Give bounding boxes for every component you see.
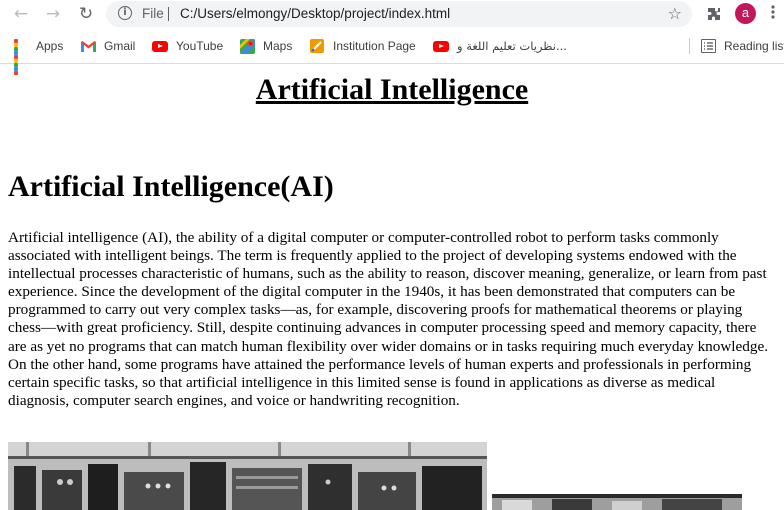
reading-list-icon <box>701 39 716 53</box>
profile-avatar[interactable]: a <box>735 3 756 24</box>
page-title: Artificial Intelligence <box>255 73 529 106</box>
bookmark-label: Apps <box>36 39 64 53</box>
maps-icon <box>240 38 255 54</box>
reload-button[interactable]: ↻ <box>74 2 98 26</box>
back-button[interactable]: ← <box>9 2 33 26</box>
bookmark-apps[interactable]: Apps <box>14 37 64 75</box>
computer-room-photo <box>492 494 742 510</box>
section-heading: Artificial Intelligence(AI) <box>8 170 334 203</box>
bookmark-youtube[interactable]: YouTube <box>152 37 223 55</box>
bookmark-label: Gmail <box>104 39 136 53</box>
bookmarks-divider <box>689 38 690 54</box>
bookmark-star-icon[interactable]: ☆ <box>668 4 682 23</box>
bookmarks-bar: Apps Gmail YouTube Maps Institution Page… <box>0 30 784 75</box>
apps-grid-icon <box>14 39 28 75</box>
institution-page-icon <box>309 38 325 54</box>
arrow-right-icon: → <box>45 4 61 24</box>
bookmark-arabic-youtube[interactable]: نظريات تعليم اللغة و... <box>433 37 567 55</box>
more-menu-icon[interactable] <box>766 4 780 24</box>
address-divider <box>168 7 169 21</box>
early-computer-photo <box>8 442 487 510</box>
bookmark-institution-page[interactable]: Institution Page <box>309 37 416 55</box>
address-url[interactable]: C:/Users/elmongy/Desktop/project/index.h… <box>180 6 450 21</box>
arrow-left-icon: ← <box>13 4 29 24</box>
address-scheme-label: File <box>142 6 164 21</box>
bookmark-maps[interactable]: Maps <box>240 37 292 55</box>
reading-list-button[interactable]: Reading list <box>701 37 784 55</box>
browser-toolbar: ← → ↻ i File C:/Users/elmongy/Desktop/pr… <box>0 0 784 28</box>
address-bar[interactable]: i File C:/Users/elmongy/Desktop/project/… <box>106 1 692 27</box>
extensions-puzzle-icon[interactable] <box>704 4 724 24</box>
reload-icon: ↻ <box>78 4 94 24</box>
gmail-icon <box>81 40 96 52</box>
bookmark-label: نظريات تعليم اللغة و... <box>457 39 567 53</box>
youtube-icon <box>433 40 449 52</box>
bookmark-label: YouTube <box>176 39 224 53</box>
ai-description-paragraph: Artificial intelligence (AI), the abilit… <box>8 229 768 409</box>
bookmark-label: Institution Page <box>333 39 416 53</box>
reading-list-label: Reading list <box>724 39 784 53</box>
info-icon[interactable]: i <box>118 6 132 20</box>
bookmark-gmail[interactable]: Gmail <box>81 37 135 55</box>
bookmark-label: Maps <box>263 39 293 53</box>
youtube-icon <box>152 40 168 52</box>
forward-button[interactable]: → <box>41 2 65 26</box>
page-viewport: Artificial Intelligence Artificial Intel… <box>0 64 784 510</box>
